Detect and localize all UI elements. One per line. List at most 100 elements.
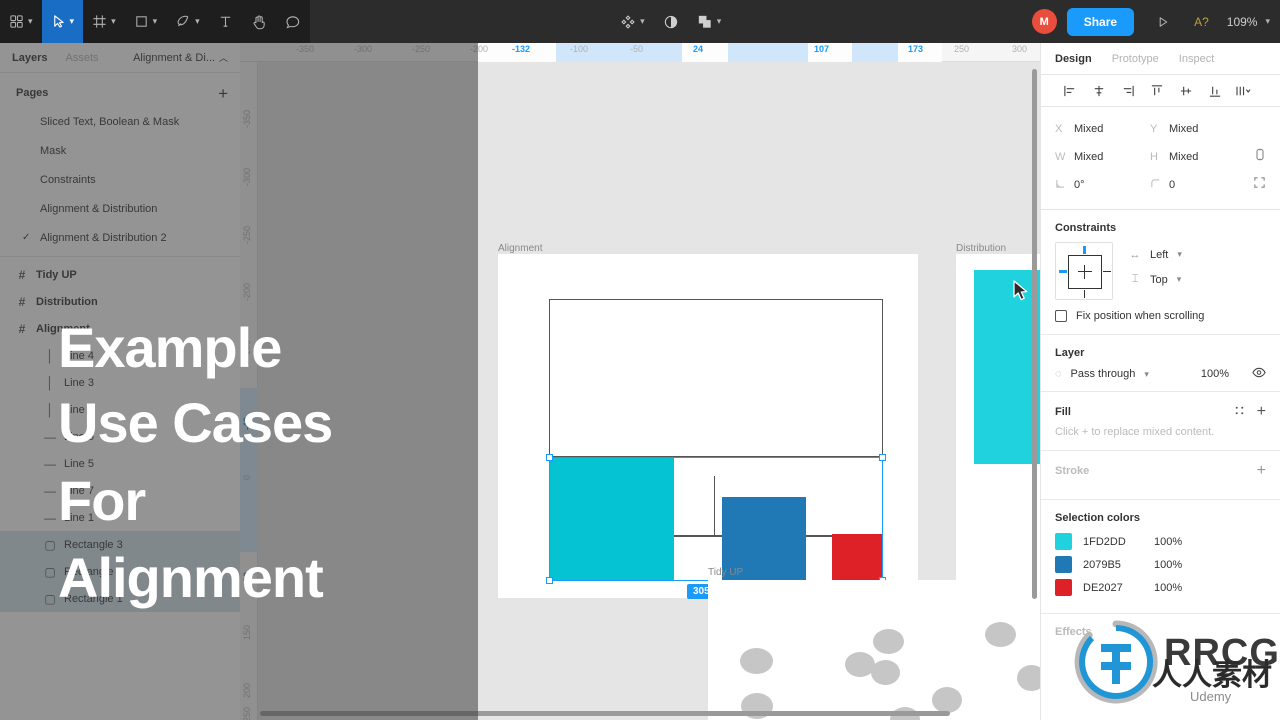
- ruler-tick-highlight: -132: [512, 44, 531, 54]
- chevron-down-icon[interactable]: ▾: [153, 17, 158, 26]
- resize-handle-bottom-left[interactable]: [546, 577, 553, 584]
- chevron-down-icon[interactable]: ▾: [195, 17, 200, 26]
- chevron-down-icon[interactable]: ▾: [28, 17, 33, 26]
- selection-colors-list: 1FD2DD 100% 2079B5 100% DE2027 100%: [1041, 530, 1280, 599]
- vertical-bar-icon: ⌶: [1131, 273, 1139, 285]
- ruler-tick-highlight: 24: [693, 44, 704, 54]
- align-bottom-icon[interactable]: [1200, 78, 1229, 104]
- blend-mode-icon: ◌: [1055, 368, 1062, 380]
- align-horizontal-center-icon[interactable]: [1084, 78, 1113, 104]
- zoom-control[interactable]: 109% ▾: [1221, 15, 1270, 29]
- x-property[interactable]: X Mixed: [1055, 123, 1150, 135]
- chevron-down-icon[interactable]: ▾: [1144, 369, 1149, 380]
- color-swatch[interactable]: [1055, 556, 1072, 573]
- present-button[interactable]: [1144, 15, 1182, 29]
- blend-mode-value: Pass through: [1070, 368, 1136, 380]
- distribute-more-icon[interactable]: [1229, 78, 1258, 104]
- ellipse-shape[interactable]: [932, 687, 962, 713]
- share-button[interactable]: Share: [1066, 7, 1135, 36]
- ellipse-shape[interactable]: [1017, 665, 1040, 691]
- fix-position-row[interactable]: Fix position when scrolling: [1041, 300, 1280, 334]
- tab-inspect[interactable]: Inspect: [1179, 53, 1214, 65]
- vertical-constraint-dropdown[interactable]: ⌶ Top ▾: [1129, 267, 1182, 292]
- selection-color-row[interactable]: 2079B5 100%: [1041, 553, 1280, 576]
- add-stroke-button[interactable]: +: [1257, 463, 1266, 479]
- chevron-down-icon[interactable]: ▾: [1265, 17, 1270, 26]
- ellipse-shape[interactable]: [740, 648, 773, 674]
- mask-icon[interactable]: [654, 0, 688, 43]
- tab-design[interactable]: Design: [1055, 53, 1092, 65]
- components-icon[interactable]: ▾: [611, 0, 654, 43]
- chevron-down-icon[interactable]: ▾: [1177, 274, 1182, 285]
- pen-tool-icon[interactable]: ▾: [166, 0, 209, 43]
- rotation-property[interactable]: 0°: [1055, 178, 1150, 192]
- chevron-down-icon[interactable]: ▾: [717, 17, 722, 26]
- tab-prototype[interactable]: Prototype: [1112, 53, 1159, 65]
- figma-menu-icon[interactable]: ▾: [0, 0, 42, 43]
- boolean-union-icon[interactable]: ▾: [688, 0, 731, 43]
- vertical-scrollbar[interactable]: [1032, 69, 1037, 599]
- top-toolbar: ▾ ▾ ▾ ▾ ▾ ▾ ▾ M Share A? 109% ▾: [0, 0, 1280, 43]
- selection-color-row[interactable]: 1FD2DD 100%: [1041, 530, 1280, 553]
- add-fill-button[interactable]: +: [1257, 404, 1266, 420]
- align-left-icon[interactable]: [1055, 78, 1084, 104]
- constraint-top-active[interactable]: [1083, 246, 1086, 254]
- constraint-left-active[interactable]: [1059, 270, 1067, 273]
- mouse-cursor: [1013, 280, 1028, 301]
- rectangle-cyan-distribution[interactable]: [974, 270, 1040, 464]
- height-property[interactable]: H Mixed: [1150, 151, 1245, 163]
- w-label: W: [1055, 151, 1066, 163]
- fill-styles-icon[interactable]: [1234, 405, 1245, 419]
- ellipse-shape[interactable]: [873, 629, 904, 654]
- rotation-value: 0°: [1074, 179, 1085, 191]
- align-vertical-center-icon[interactable]: [1171, 78, 1200, 104]
- constraints-widget[interactable]: [1055, 242, 1113, 300]
- constraints-control[interactable]: ↔ Left ▾ ⌶ Top ▾: [1041, 240, 1280, 300]
- overlay-line-1: Example: [58, 316, 282, 379]
- ellipse-shape[interactable]: [871, 660, 900, 685]
- corner-radius-icon: [1150, 178, 1160, 192]
- corner-radius-property[interactable]: 0: [1150, 178, 1245, 192]
- frame-label-distribution[interactable]: Distribution: [956, 243, 1006, 254]
- resize-handle-top-left[interactable]: [546, 454, 553, 461]
- constraint-bottom[interactable]: [1084, 290, 1085, 298]
- horizontal-constraint-dropdown[interactable]: ↔ Left ▾: [1129, 242, 1182, 267]
- resize-handle-top-right[interactable]: [879, 454, 886, 461]
- color-swatch[interactable]: [1055, 533, 1072, 550]
- hand-tool-icon[interactable]: [242, 0, 276, 43]
- chevron-down-icon[interactable]: ▾: [111, 17, 116, 26]
- align-top-icon[interactable]: [1142, 78, 1171, 104]
- fix-position-checkbox[interactable]: [1055, 310, 1067, 322]
- color-swatch[interactable]: [1055, 579, 1072, 596]
- watermark-logo-icon: [1074, 620, 1158, 704]
- avatar[interactable]: M: [1031, 9, 1057, 34]
- align-right-icon[interactable]: [1113, 78, 1142, 104]
- lock-aspect-ratio-icon[interactable]: [1254, 147, 1266, 168]
- visibility-eye-icon[interactable]: [1252, 367, 1266, 381]
- accessibility-badge[interactable]: A?: [1182, 15, 1221, 29]
- ruler-tick-highlight: 173: [908, 44, 924, 54]
- comment-tool-icon[interactable]: [276, 0, 310, 43]
- chevron-down-icon[interactable]: ▾: [70, 17, 75, 26]
- vertical-constraint-value: Top: [1150, 273, 1168, 286]
- move-tool-icon[interactable]: ▾: [41, 0, 84, 43]
- width-property[interactable]: W Mixed: [1055, 151, 1150, 163]
- layer-opacity-value[interactable]: 100%: [1201, 368, 1229, 380]
- selection-color-row[interactable]: DE2027 100%: [1041, 576, 1280, 599]
- y-value: Mixed: [1169, 123, 1199, 135]
- y-property[interactable]: Y Mixed: [1150, 123, 1245, 135]
- chevron-down-icon[interactable]: ▾: [1177, 249, 1182, 260]
- selection-bounding-box[interactable]: [549, 457, 883, 581]
- text-tool-icon[interactable]: [209, 0, 242, 43]
- ellipse-shape[interactable]: [985, 622, 1016, 647]
- blend-mode-row[interactable]: ◌ Pass through ▾ 100%: [1041, 365, 1280, 391]
- independent-corners-icon[interactable]: [1253, 176, 1266, 194]
- constraint-right[interactable]: [1103, 271, 1111, 272]
- corner-radius-value: 0: [1169, 179, 1176, 191]
- frame-tool-icon[interactable]: ▾: [83, 0, 125, 43]
- shape-tool-icon[interactable]: ▾: [125, 0, 167, 43]
- constraint-dropdowns: ↔ Left ▾ ⌶ Top ▾: [1129, 242, 1182, 292]
- chevron-down-icon[interactable]: ▾: [640, 17, 645, 26]
- frame-label-tidyup[interactable]: Tidy UP: [708, 567, 743, 578]
- frame-label-alignment[interactable]: Alignment: [498, 243, 542, 254]
